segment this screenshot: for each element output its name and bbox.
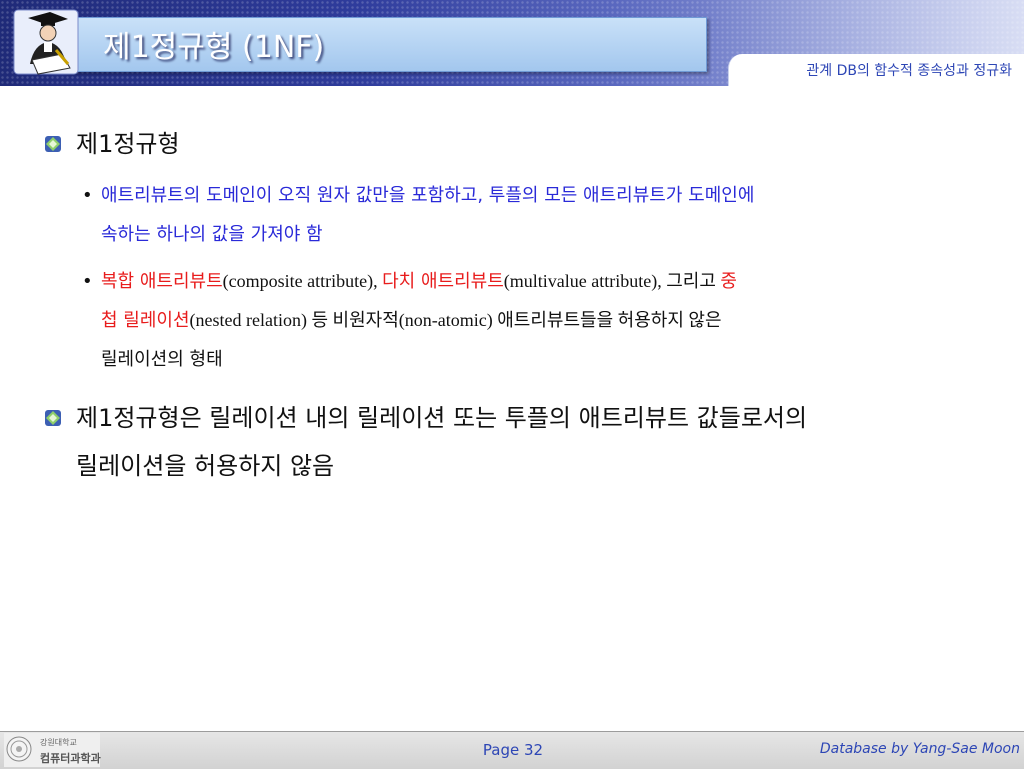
bullet-dot: • (82, 271, 93, 292)
text-multivalue-en: (multivalue attribute), 그리고 (503, 271, 721, 291)
text-composite-en: (composite attribute), (222, 271, 383, 291)
university-name: 강원대학교 (40, 738, 77, 747)
sub-bullet-line-1: 복합 애트리뷰트(composite attribute), 다치 애트리뷰트(… (101, 263, 737, 300)
term-composite: 복합 애트리뷰트 (101, 271, 223, 292)
gem-bullet-icon (45, 136, 61, 152)
bullet-text: 제1정규형 (76, 130, 180, 158)
slide-title: 제1정규형 (1NF) (103, 30, 325, 65)
term-multivalue: 다치 애트리뷰트 (382, 271, 504, 292)
bullet-text-line-2: 릴레이션을 허용하지 않음 (76, 452, 335, 480)
footer-credit: Database by Yang-Sae Moon (819, 741, 1020, 757)
scholar-writing-icon (13, 9, 79, 75)
department-name: 컴퓨터과학과 (40, 752, 101, 765)
term-nested-end: 첩 릴레이션 (101, 310, 190, 331)
text-nested-en: (nested relation) 등 비원자적(non-atomic) 애트리… (189, 310, 722, 330)
bullet-text-line-1: 제1정규형은 릴레이션 내의 릴레이션 또는 투플의 애트리뷰트 값들로서의 (76, 404, 808, 432)
sub-bullet-line-2: 첩 릴레이션(nested relation) 등 비원자적(non-atomi… (101, 302, 722, 339)
slide-subtitle: 관계 DB의 함수적 종속성과 정규화 (806, 63, 1012, 79)
term-nested-start: 중 (720, 271, 737, 292)
gem-bullet-icon (45, 410, 61, 426)
bullet-dot: • (82, 185, 93, 206)
university-seal-icon (6, 736, 32, 762)
sub-bullet-line-3: 릴레이션의 형태 (101, 349, 223, 370)
sub-bullet-line-1: 애트리뷰트의 도메인이 오직 원자 값만을 포함하고, 투플의 모든 애트리뷰트… (101, 185, 755, 206)
sub-bullet-line-2: 속하는 하나의 값을 가져야 함 (101, 224, 323, 245)
page-number: Page 32 (482, 741, 544, 759)
